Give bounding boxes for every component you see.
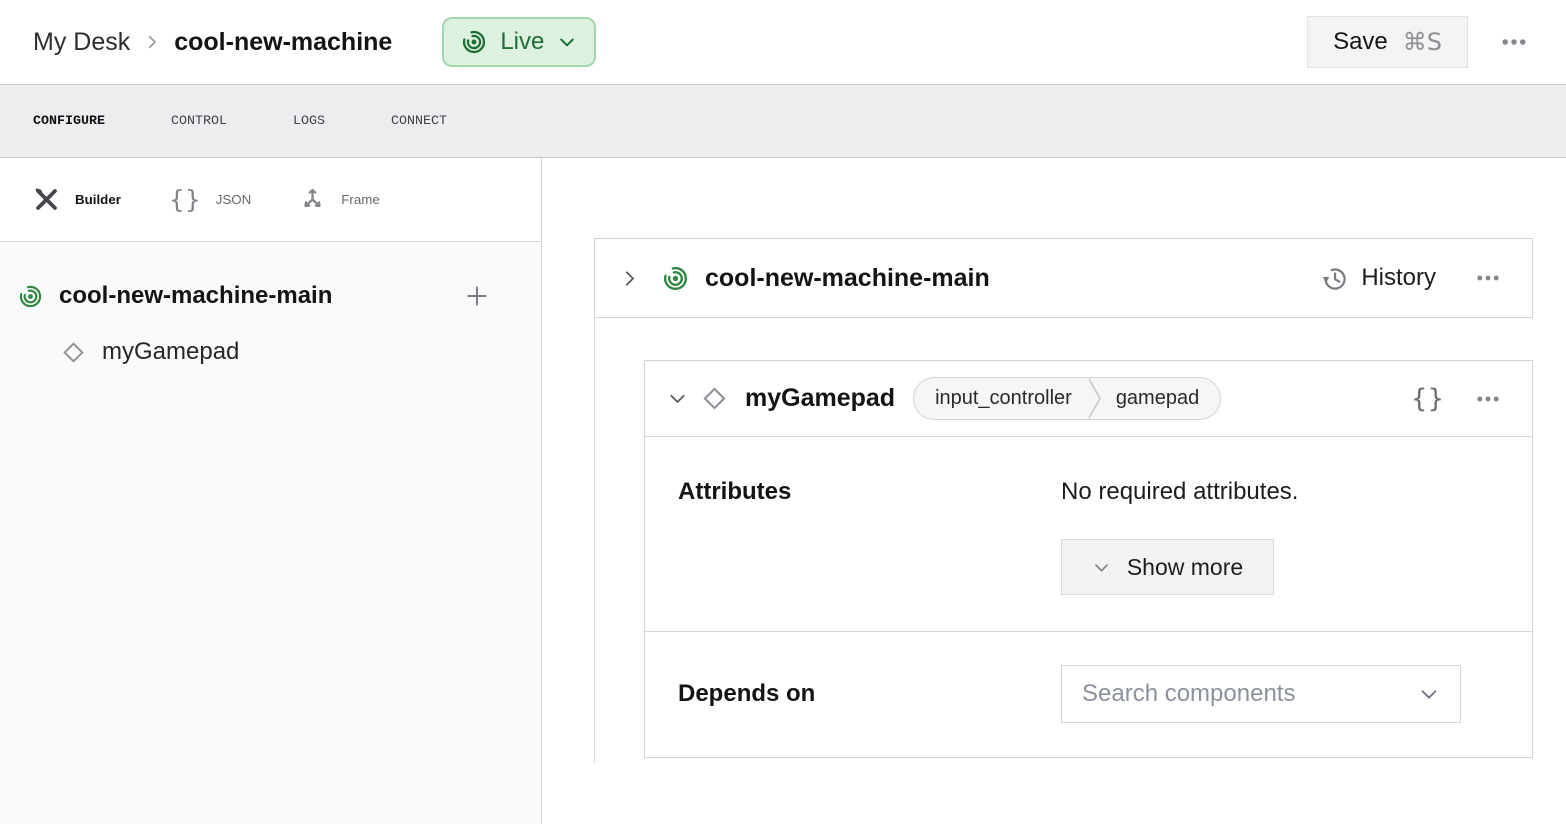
viam-configure-page: My Desk cool-new-machine Live Save (0, 0, 1566, 824)
view-json-button[interactable]: {} JSON (169, 187, 251, 212)
ellipsis-icon (1499, 27, 1529, 57)
history-clock-icon (1321, 265, 1348, 292)
live-badge-label: Live (500, 28, 544, 56)
tab-logs[interactable]: LOGS (293, 114, 325, 129)
component-card-header: myGamepad input_controller gamepad {} (645, 361, 1532, 437)
plus-icon (464, 283, 490, 309)
breadcrumb: My Desk cool-new-machine (33, 28, 392, 57)
sidebar: Builder {} JSON Frame (0, 158, 542, 824)
save-button-label: Save (1333, 28, 1388, 56)
nav-tab-bar: CONFIGURE CONTROL LOGS CONNECT (0, 84, 1566, 158)
tree-connector-line (594, 318, 595, 763)
attributes-section: Attributes No required attributes. Show … (645, 437, 1532, 632)
view-switcher: Builder {} JSON Frame (0, 158, 541, 242)
component-json-button[interactable]: {} (1411, 384, 1444, 414)
depends-on-section: Depends on Search components (645, 632, 1532, 757)
machine-part-icon (18, 284, 43, 309)
ellipsis-icon (1474, 385, 1502, 413)
tree-machine-part-name: cool-new-machine-main (59, 282, 464, 310)
frame-axes-icon (299, 186, 326, 213)
tab-connect[interactable]: CONNECT (391, 114, 447, 129)
machine-name: cool-new-machine (174, 28, 392, 57)
machine-part-card: cool-new-machine-main History (594, 238, 1533, 318)
add-component-button[interactable] (464, 283, 490, 309)
component-card-wrapper: myGamepad input_controller gamepad {} (594, 360, 1533, 758)
chevron-down-icon (557, 32, 577, 52)
component-tree: cool-new-machine-main myGamepad (0, 242, 541, 824)
top-bar: My Desk cool-new-machine Live Save (0, 0, 1566, 84)
view-frame-label: Frame (341, 192, 380, 207)
chevron-down-icon (1418, 683, 1440, 705)
attributes-empty-message: No required attributes. (1061, 477, 1499, 507)
component-card-collapse-button[interactable] (667, 388, 688, 409)
top-bar-actions: Save ⌘S (1307, 16, 1536, 68)
tree-item-component[interactable]: myGamepad (0, 324, 541, 380)
part-card-overflow-menu-button[interactable] (1466, 256, 1510, 300)
tree-item-machine-part[interactable]: cool-new-machine-main (0, 268, 541, 324)
ellipsis-icon (1474, 264, 1502, 292)
breadcrumb-parent-link[interactable]: My Desk (33, 28, 130, 57)
view-builder-button[interactable]: Builder (33, 186, 121, 213)
content-area: Builder {} JSON Frame (0, 158, 1566, 824)
part-card-expand-button[interactable] (619, 268, 640, 289)
show-more-button[interactable]: Show more (1061, 539, 1274, 595)
component-diamond-icon (62, 341, 85, 364)
live-status-dropdown[interactable]: Live (442, 17, 596, 67)
depends-on-label: Depends on (678, 679, 1061, 709)
attributes-label: Attributes (678, 477, 1061, 595)
top-bar-overflow-menu-button[interactable] (1492, 20, 1536, 64)
chevron-right-icon (143, 33, 161, 51)
chevron-right-icon (619, 268, 640, 289)
tools-icon (33, 186, 60, 213)
machine-part-icon (662, 265, 689, 292)
machine-part-icon (461, 29, 487, 55)
save-button[interactable]: Save ⌘S (1307, 16, 1468, 68)
component-card-title: myGamepad (745, 384, 895, 413)
save-shortcut-hint: ⌘S (1403, 28, 1442, 56)
history-button[interactable]: History (1321, 264, 1436, 292)
tab-control[interactable]: CONTROL (171, 114, 227, 129)
chevron-down-icon (667, 388, 688, 409)
view-builder-label: Builder (75, 192, 121, 207)
component-card: myGamepad input_controller gamepad {} (644, 360, 1533, 758)
component-model: gamepad (1102, 387, 1220, 410)
view-json-label: JSON (216, 192, 252, 207)
part-card-title: cool-new-machine-main (705, 264, 1321, 293)
history-button-label: History (1361, 264, 1436, 292)
tree-component-name: myGamepad (102, 338, 239, 366)
show-more-label: Show more (1127, 554, 1243, 581)
view-frame-button[interactable]: Frame (299, 186, 380, 213)
braces-icon: {} (169, 187, 201, 212)
depends-on-select[interactable]: Search components (1061, 665, 1461, 723)
config-main-panel: cool-new-machine-main History (542, 158, 1566, 824)
component-type-badge: input_controller gamepad (913, 377, 1221, 420)
component-diamond-icon (702, 386, 727, 411)
chevron-divider-icon (1088, 377, 1102, 420)
depends-on-placeholder: Search components (1082, 680, 1418, 708)
chevron-down-icon (1092, 558, 1111, 577)
component-overflow-menu-button[interactable] (1466, 377, 1510, 421)
tab-configure[interactable]: CONFIGURE (33, 114, 105, 129)
component-type: input_controller (914, 387, 1088, 410)
